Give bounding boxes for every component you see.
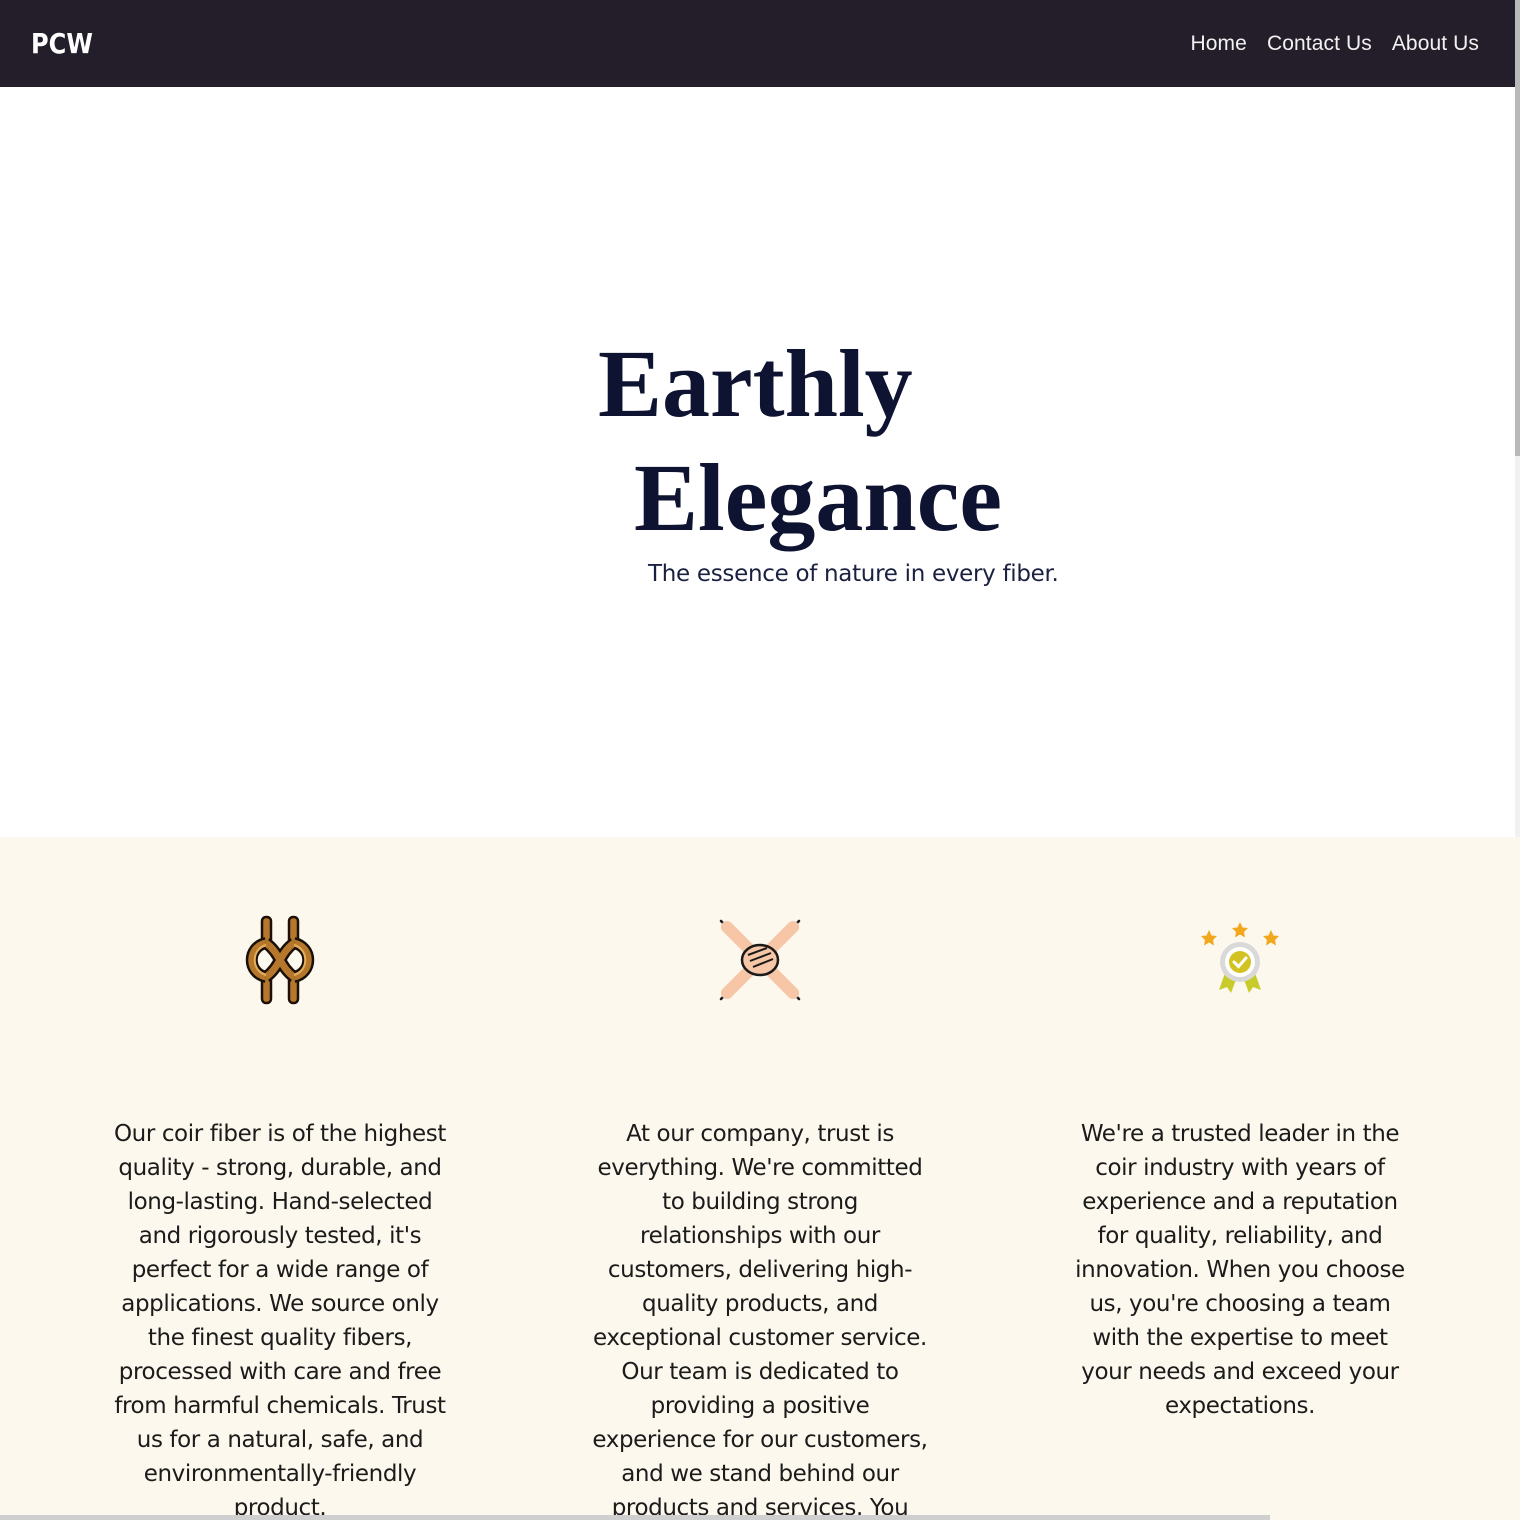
stacked-hands-icon — [715, 915, 805, 1005]
main-nav: Home Contact Us About Us — [1191, 32, 1479, 56]
navbar: PCW Home Contact Us About Us — [0, 0, 1515, 87]
horizontal-scrollbar[interactable] — [0, 1515, 1270, 1520]
nav-home[interactable]: Home — [1191, 32, 1247, 56]
nav-about-us[interactable]: About Us — [1392, 32, 1479, 56]
award-badge-icon — [1195, 915, 1285, 1005]
nav-contact-us[interactable]: Contact Us — [1267, 32, 1372, 56]
features-section: Our coir fiber is of the highest quality… — [0, 837, 1520, 1521]
hero-title: Earthly Elegance — [598, 327, 1002, 555]
feature-text: Our coir fiber is of the highest quality… — [113, 1121, 447, 1521]
scrollbar-thumb[interactable] — [1515, 0, 1520, 456]
feature-text: We're a trusted leader in the coir indus… — [1075, 1121, 1405, 1419]
feature-text: At our company, trust is everything. We'… — [592, 1121, 928, 1521]
hero-title-line1: Earthly — [598, 330, 913, 437]
hero-subtitle: The essence of nature in every fiber. — [648, 561, 1059, 587]
hero-title-line2: Elegance — [634, 444, 1002, 551]
rope-knot-icon — [235, 915, 325, 1005]
brand-logo[interactable]: PCW — [31, 27, 93, 60]
hero-section: Earthly Elegance The essence of nature i… — [0, 87, 1515, 837]
